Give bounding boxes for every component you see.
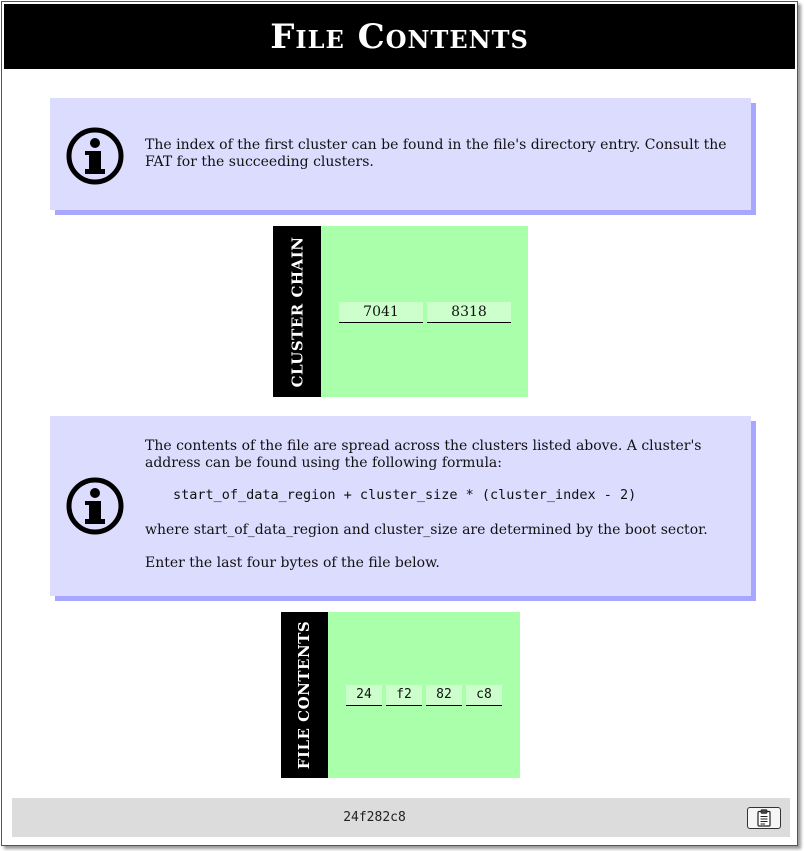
info-box-cluster-hint: The index of the first cluster can be fo… — [50, 98, 751, 210]
answer-value: 24f282c8 — [343, 810, 406, 825]
title-bar: File Contents — [4, 4, 795, 69]
cluster-chain-label-bar: CLUSTER CHAIN — [273, 226, 321, 397]
app-window: File Contents The index of the first clu… — [1, 1, 798, 846]
page-title: File Contents — [270, 16, 529, 57]
file-contents-label-bar: FILE CONTENTS — [281, 612, 328, 778]
file-bytes-cells[interactable]: 24 f2 82 c8 — [346, 685, 502, 706]
file-contents-panel: FILE CONTENTS 24 f2 82 c8 — [281, 612, 520, 778]
info-text: The index of the first cluster can be fo… — [145, 137, 745, 171]
info-paragraph-3: Enter the last four bytes of the file be… — [145, 555, 440, 571]
cluster-chain-panel: CLUSTER CHAIN 7041 8318 — [273, 226, 528, 397]
answer-footer: 24f282c8 — [12, 798, 790, 837]
cluster-value-2: 8318 — [427, 302, 511, 323]
byte-input-4[interactable]: c8 — [466, 685, 502, 706]
info-icon — [66, 127, 124, 185]
byte-input-2[interactable]: f2 — [386, 685, 422, 706]
cluster-value-1: 7041 — [339, 302, 423, 323]
file-contents-label: FILE CONTENTS — [295, 620, 314, 770]
info-paragraph-1: The contents of the file are spread acro… — [145, 438, 702, 471]
info-icon — [66, 477, 124, 535]
address-formula: start_of_data_region + cluster_size * (c… — [173, 487, 637, 503]
clipboard-icon — [757, 809, 771, 827]
copy-button[interactable] — [747, 807, 781, 829]
byte-input-1[interactable]: 24 — [346, 685, 382, 706]
cluster-chain-label: CLUSTER CHAIN — [288, 236, 306, 387]
info-paragraph: The index of the first cluster can be fo… — [145, 137, 727, 170]
info-box-formula: The contents of the file are spread acro… — [50, 416, 751, 596]
info-paragraph-2: where start_of_data_region and cluster_s… — [145, 522, 708, 538]
cluster-chain-cells: 7041 8318 — [339, 302, 511, 323]
byte-input-3[interactable]: 82 — [426, 685, 462, 706]
info-text: The contents of the file are spread acro… — [145, 438, 745, 572]
